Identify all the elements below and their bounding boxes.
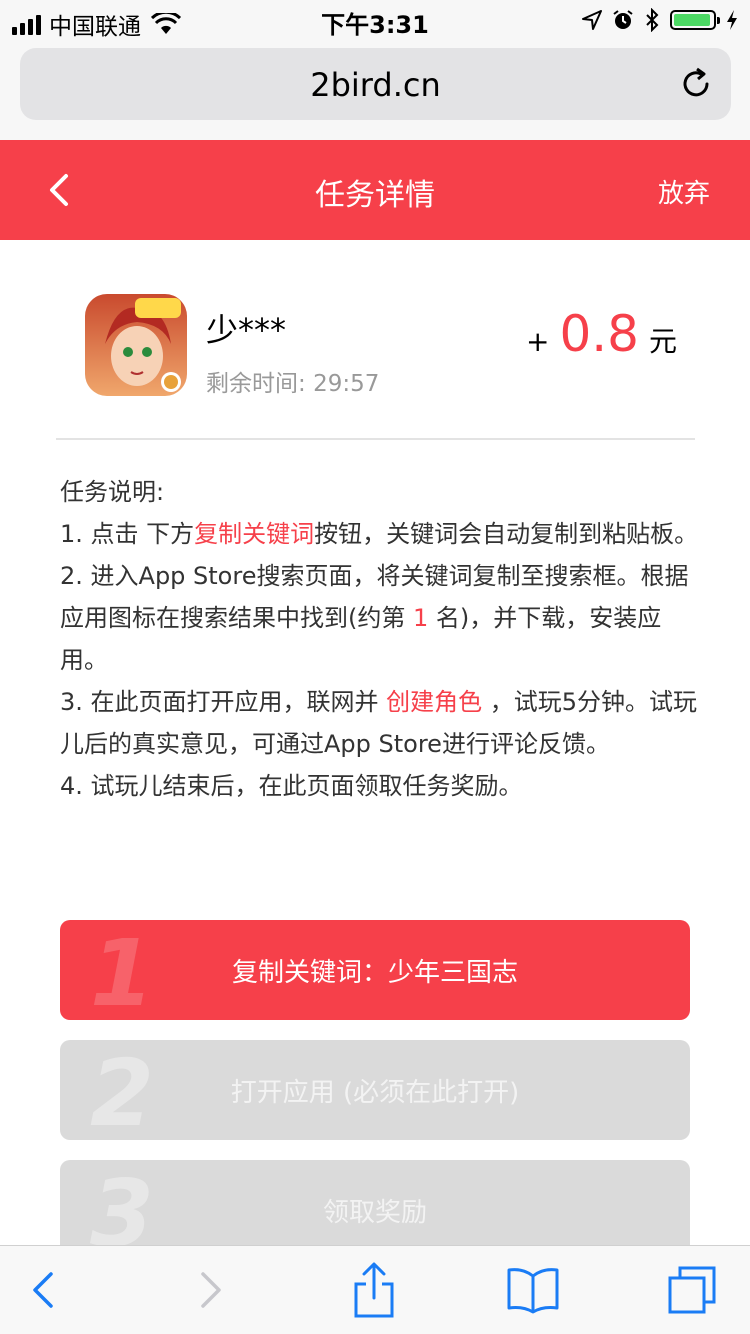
tabs-icon [668, 1266, 716, 1314]
tabs-button[interactable] [662, 1260, 722, 1320]
task-instructions: 任务说明: 1. 点击 下方复制关键词按钮，关键词会自动复制到粘贴板。 2. 进… [60, 471, 700, 807]
status-bar: 中国联通 下午3:31 [0, 0, 750, 40]
remaining-label: 剩余时间: [206, 371, 306, 397]
browser-address-area: 2bird.cn [0, 40, 750, 140]
highlight-copy-keyword: 复制关键词 [194, 520, 315, 548]
instruction-step-4: 4. 试玩儿结束后，在此页面领取任务奖励。 [60, 772, 523, 800]
browser-forward-button[interactable] [180, 1260, 240, 1320]
reload-icon[interactable] [677, 65, 715, 103]
reward-plus: + [526, 325, 550, 358]
reward-amount: 0.8 [559, 305, 639, 363]
app-name: 少*** [206, 311, 287, 349]
app-icon [85, 294, 187, 396]
reward-unit: 元 [649, 325, 678, 358]
divider [56, 438, 695, 440]
instruction-text: 3. 在此页面打开应用，联网并 [60, 688, 387, 716]
book-icon [507, 1268, 559, 1314]
alarm-icon [613, 10, 633, 29]
highlight-rank: 1 [413, 604, 429, 632]
step-label: 打开应用 (必须在此打开) [230, 1078, 520, 1108]
instruction-step-3: 3. 在此页面打开应用，联网并 创建角色 ，试玩5分钟。试玩儿后的真实意见，可通… [60, 681, 700, 765]
share-button[interactable] [344, 1260, 404, 1320]
battery-icon [670, 10, 720, 30]
browser-back-button[interactable] [14, 1260, 74, 1320]
url-bar[interactable]: 2bird.cn [20, 48, 731, 120]
remaining-time: 剩余时间: 29:57 [206, 364, 379, 398]
page-title: 任务详情 [315, 178, 435, 213]
step-label: 领取奖励 [322, 1198, 427, 1228]
instruction-step-1: 1. 点击 下方复制关键词按钮，关键词会自动复制到粘贴板。 [60, 513, 700, 555]
location-icon [582, 10, 602, 30]
instruction-step-2: 2. 进入App Store搜索页面，将关键词复制至搜索框。根据应用图标在搜索结… [60, 555, 700, 681]
charging-icon [727, 10, 737, 30]
give-up-button[interactable]: 放弃 [658, 173, 710, 210]
chevron-left-icon [33, 1272, 53, 1308]
page-header: 任务详情 放弃 [0, 140, 750, 240]
remaining-value: 29:57 [313, 371, 380, 397]
bluetooth-icon [646, 8, 659, 32]
url-text[interactable]: 2bird.cn [20, 66, 731, 104]
open-app-button[interactable]: 2 打开应用 (必须在此打开) [60, 1040, 690, 1140]
share-icon [354, 1262, 394, 1318]
bookmarks-button[interactable] [503, 1260, 563, 1320]
instruction-text: 按钮，关键词会自动复制到粘贴板。 [314, 520, 699, 548]
step-label: 复制关键词：少年三国志 [231, 958, 518, 988]
instructions-title: 任务说明: [60, 478, 165, 506]
instruction-text: 1. 点击 下方 [60, 520, 195, 548]
browser-toolbar [0, 1245, 750, 1334]
highlight-create-role: 创建角色 [386, 688, 483, 716]
reward: + 0.8 元 [526, 305, 677, 363]
copy-keyword-button[interactable]: 1 复制关键词：少年三国志 [60, 920, 690, 1020]
chevron-right-icon [201, 1272, 221, 1308]
